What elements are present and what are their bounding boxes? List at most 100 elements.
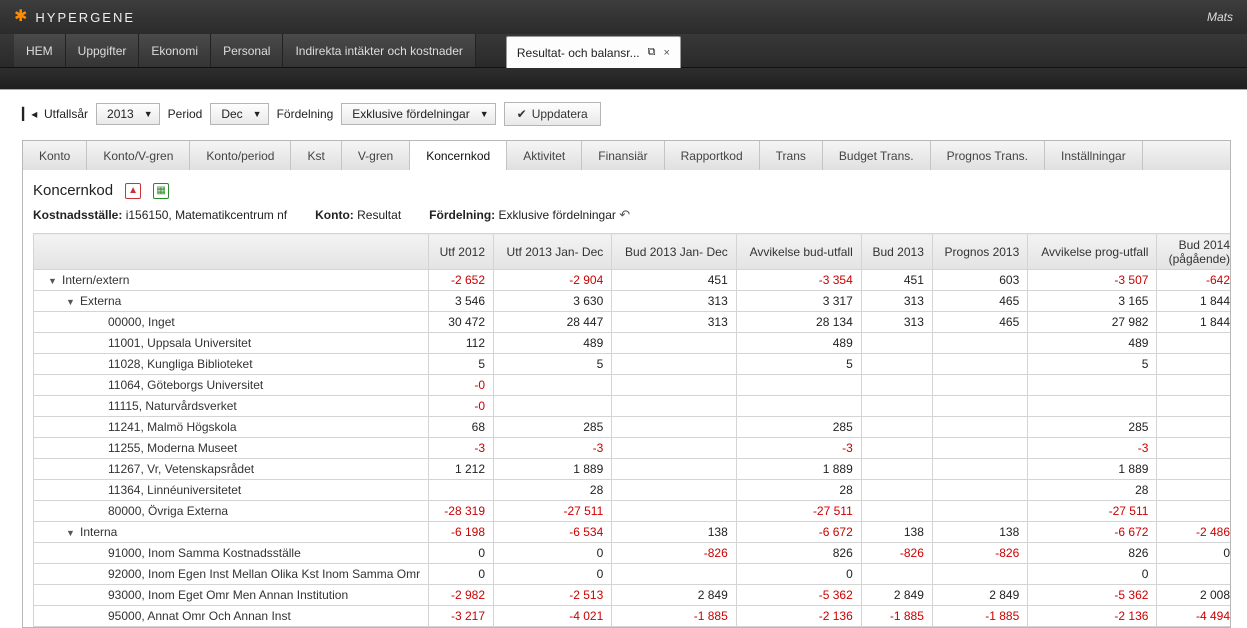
- cell: [861, 333, 932, 354]
- fordelning-value: Exklusive fördelningar: [352, 107, 469, 121]
- subtab[interactable]: Kst: [291, 141, 341, 170]
- row-label[interactable]: ▼Interna: [34, 522, 429, 543]
- column-header[interactable]: Bud 2014 (pågående): [1157, 234, 1231, 270]
- table-row[interactable]: 92000, Inom Egen Inst Mellan Olika Kst I…: [34, 564, 1232, 585]
- excel-icon[interactable]: ▦: [153, 183, 169, 199]
- subtab[interactable]: Konto: [23, 141, 87, 170]
- cell: 0: [736, 564, 861, 585]
- period-value: Dec: [221, 107, 242, 121]
- row-label[interactable]: 11267, Vr, Vetenskapsrådet: [34, 459, 429, 480]
- column-header[interactable]: Bud 2013: [861, 234, 932, 270]
- cell: 0: [1157, 543, 1231, 564]
- subtab[interactable]: Rapportkod: [665, 141, 760, 170]
- table-row[interactable]: ▼Intern/extern-2 652-2 904451-3 35445160…: [34, 270, 1232, 291]
- cell: -826: [861, 543, 932, 564]
- subtab[interactable]: Prognos Trans.: [931, 141, 1045, 170]
- subtab[interactable]: V-gren: [342, 141, 410, 170]
- tab-pane: Koncernkod ▲ ▦ Kostnadsställe: i156150, …: [22, 170, 1231, 628]
- popout-icon[interactable]: ⧉: [648, 46, 656, 59]
- table-row[interactable]: 91000, Inom Samma Kostnadsställe00-82682…: [34, 543, 1232, 564]
- column-header[interactable]: Avvikelse prog-utfall: [1028, 234, 1157, 270]
- row-label[interactable]: 92000, Inom Egen Inst Mellan Olika Kst I…: [34, 564, 429, 585]
- update-button[interactable]: ✔ Uppdatera: [504, 102, 601, 126]
- row-label[interactable]: 93000, Inom Eget Omr Men Annan Instituti…: [34, 585, 429, 606]
- table-row[interactable]: 11028, Kungliga Biblioteket5555: [34, 354, 1232, 375]
- row-label[interactable]: 11115, Naturvårdsverket: [34, 396, 429, 417]
- table-row[interactable]: 11064, Göteborgs Universitet-0: [34, 375, 1232, 396]
- cell: 489: [736, 333, 861, 354]
- row-label[interactable]: 11241, Malmö Högskola: [34, 417, 429, 438]
- column-header[interactable]: Utf 2013 Jan- Dec: [494, 234, 612, 270]
- toggle-icon[interactable]: ▼: [66, 528, 76, 538]
- cell: -2 513: [494, 585, 612, 606]
- subtab[interactable]: Koncernkod: [410, 140, 507, 170]
- cell: -3: [736, 438, 861, 459]
- table-row[interactable]: 11001, Uppsala Universitet112489489489: [34, 333, 1232, 354]
- column-header[interactable]: Bud 2013 Jan- Dec: [612, 234, 737, 270]
- row-label[interactable]: 11255, Moderna Museet: [34, 438, 429, 459]
- row-label[interactable]: ▼Intern/extern: [34, 270, 429, 291]
- cell: 285: [494, 417, 612, 438]
- table-row[interactable]: 93000, Inom Eget Omr Men Annan Instituti…: [34, 585, 1232, 606]
- table-row[interactable]: 11364, Linnéuniversitetet282828: [34, 480, 1232, 501]
- subtab[interactable]: Budget Trans.: [823, 141, 931, 170]
- column-header[interactable]: [34, 234, 429, 270]
- table-row[interactable]: ▼Interna-6 198-6 534138-6 672138138-6 67…: [34, 522, 1232, 543]
- table-row[interactable]: 11241, Malmö Högskola68285285285: [34, 417, 1232, 438]
- close-icon[interactable]: ×: [663, 47, 669, 59]
- column-header[interactable]: Avvikelse bud-utfall: [736, 234, 861, 270]
- subtab[interactable]: Aktivitet: [507, 141, 582, 170]
- cell: [861, 396, 932, 417]
- row-label[interactable]: 80000, Övriga Externa: [34, 501, 429, 522]
- subtab[interactable]: Inställningar: [1045, 141, 1143, 170]
- cell: 451: [612, 270, 737, 291]
- row-label[interactable]: 00000, Inget: [34, 312, 429, 333]
- table-row[interactable]: 11267, Vr, Vetenskapsrådet1 2121 8891 88…: [34, 459, 1232, 480]
- cell: [932, 354, 1027, 375]
- cell: 2 849: [861, 585, 932, 606]
- subtab[interactable]: Finansiär: [582, 141, 664, 170]
- cell: [861, 417, 932, 438]
- cell: 5: [494, 354, 612, 375]
- cell: [612, 375, 737, 396]
- table-row[interactable]: 80000, Övriga Externa-28 319-27 511-27 5…: [34, 501, 1232, 522]
- subtab[interactable]: Konto/V-gren: [87, 141, 190, 170]
- toggle-icon[interactable]: ▼: [66, 297, 76, 307]
- cell: [932, 417, 1027, 438]
- subtab[interactable]: Trans: [760, 141, 823, 170]
- year-select[interactable]: 2013 ▼: [96, 103, 160, 125]
- chevron-down-icon: ▼: [480, 109, 489, 119]
- row-label[interactable]: 11001, Uppsala Universitet: [34, 333, 429, 354]
- cell: [1157, 564, 1231, 585]
- row-label[interactable]: ▼Externa: [34, 291, 429, 312]
- document-tab[interactable]: Resultat- och balansr... ⧉ ×: [506, 36, 681, 68]
- column-header[interactable]: Utf 2012: [429, 234, 494, 270]
- table-row[interactable]: 00000, Inget30 47228 44731328 1343134652…: [34, 312, 1232, 333]
- pdf-icon[interactable]: ▲: [125, 183, 141, 199]
- cell: 2 849: [932, 585, 1027, 606]
- row-label[interactable]: 11364, Linnéuniversitetet: [34, 480, 429, 501]
- fordelning-select[interactable]: Exklusive fördelningar ▼: [341, 103, 495, 125]
- column-header[interactable]: Prognos 2013: [932, 234, 1027, 270]
- user-name: Mats: [1207, 10, 1233, 24]
- menu-item[interactable]: Personal: [211, 34, 283, 67]
- cell: [932, 333, 1027, 354]
- skip-icon[interactable]: ▎◂: [22, 107, 36, 121]
- cell: 30 472: [429, 312, 494, 333]
- menu-item[interactable]: Uppgifter: [66, 34, 140, 67]
- menu-item[interactable]: Indirekta intäkter och kostnader: [283, 34, 475, 67]
- cell: -28 319: [429, 501, 494, 522]
- table-row[interactable]: 11115, Naturvårdsverket-0: [34, 396, 1232, 417]
- row-label[interactable]: 11064, Göteborgs Universitet: [34, 375, 429, 396]
- back-icon[interactable]: ↶: [619, 207, 630, 222]
- table-row[interactable]: 11255, Moderna Museet-3-3-3-3: [34, 438, 1232, 459]
- row-label[interactable]: 11028, Kungliga Biblioteket: [34, 354, 429, 375]
- row-label[interactable]: 91000, Inom Samma Kostnadsställe: [34, 543, 429, 564]
- menu-item[interactable]: Ekonomi: [139, 34, 211, 67]
- toggle-icon[interactable]: ▼: [48, 276, 58, 286]
- table-row[interactable]: ▼Externa3 5463 6303133 3173134653 1651 8…: [34, 291, 1232, 312]
- cell: [612, 501, 737, 522]
- period-select[interactable]: Dec ▼: [210, 103, 268, 125]
- menu-item[interactable]: HEM: [14, 34, 66, 67]
- subtab[interactable]: Konto/period: [190, 141, 291, 170]
